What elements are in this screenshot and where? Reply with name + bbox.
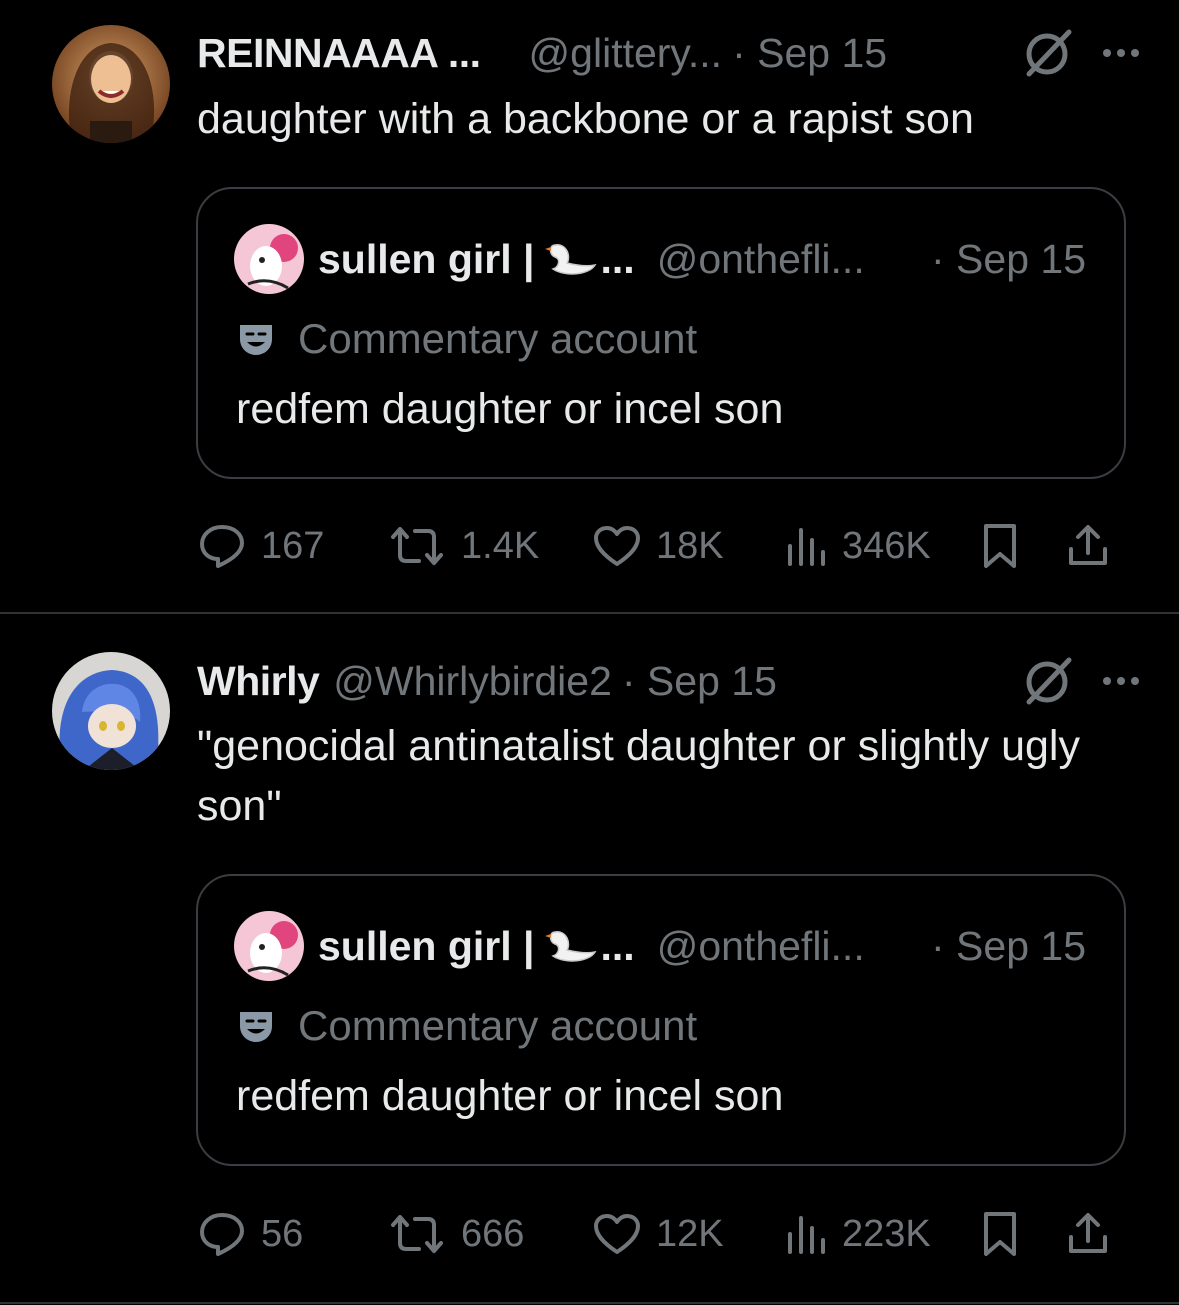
avatar[interactable] <box>52 652 170 770</box>
swan-emoji-icon <box>544 239 597 279</box>
share-button[interactable] <box>1066 523 1124 569</box>
like-count: 12K <box>656 1212 724 1255</box>
tweet-text: "genocidal antinatalist daughter or slig… <box>197 722 1080 830</box>
repost-button[interactable]: 1.4K <box>387 525 592 568</box>
quote-author-name[interactable]: sullen girl | <box>318 236 535 283</box>
reply-count: 167 <box>261 524 325 567</box>
avatar[interactable] <box>52 25 170 143</box>
repost-button[interactable]: 666 <box>387 1213 592 1256</box>
commentary-label: Commentary account <box>236 315 697 363</box>
commentary-label: Commentary account <box>236 1002 697 1050</box>
quote-author-name[interactable]: sullen girl | <box>318 923 535 970</box>
share-icon <box>1069 525 1107 565</box>
reply-icon <box>200 525 244 568</box>
author-name[interactable]: REINNAAAA ... <box>197 30 481 77</box>
tweet-header: REINNAAAA ... @glittery... · Sep 15 <box>197 28 1139 78</box>
more-icon[interactable] <box>1103 677 1139 685</box>
divider <box>0 1302 1179 1304</box>
avatar <box>234 224 304 294</box>
action-bar: 167 1.4K 18K 346K <box>197 516 1127 576</box>
views-icon <box>788 528 825 566</box>
quote-date[interactable]: · Sep 15 <box>931 236 1086 283</box>
author-handle[interactable]: @Whirlybirdie2 <box>333 658 612 705</box>
quoted-tweet[interactable]: sullen girl | ... @onthefli... · Sep 15 … <box>196 187 1126 479</box>
grok-icon[interactable] <box>1021 656 1077 706</box>
quote-date[interactable]: · Sep 15 <box>931 923 1086 970</box>
repost-icon <box>391 527 443 565</box>
commentary-label-text: Commentary account <box>298 1002 698 1049</box>
reply-button[interactable]: 56 <box>197 1211 387 1257</box>
tweet-date[interactable]: · Sep 15 <box>732 30 887 77</box>
heart-icon <box>594 1214 640 1254</box>
reply-button[interactable]: 167 <box>197 523 387 569</box>
theater-mask-icon <box>240 325 272 355</box>
view-count: 223K <box>842 1212 931 1255</box>
views-button[interactable]: 223K <box>784 1212 980 1256</box>
share-icon <box>1069 1213 1107 1253</box>
reply-count: 56 <box>261 1212 304 1255</box>
quote-text: redfem daughter or incel son <box>236 385 784 433</box>
commentary-label-text: Commentary account <box>298 315 698 362</box>
like-count: 18K <box>656 524 724 567</box>
quoted-tweet[interactable]: sullen girl | ... @onthefli... · Sep 15 … <box>196 874 1126 1166</box>
bookmark-button[interactable] <box>980 522 1066 570</box>
bookmark-button[interactable] <box>980 1210 1066 1258</box>
quote-name-truncation: ... <box>600 235 635 282</box>
more-icon[interactable] <box>1103 49 1139 57</box>
theater-mask-icon <box>240 1012 272 1042</box>
reply-icon <box>200 1213 244 1256</box>
repost-count: 1.4K <box>461 524 540 567</box>
repost-count: 666 <box>461 1212 525 1255</box>
share-button[interactable] <box>1066 1211 1124 1257</box>
bookmark-icon <box>984 1212 1016 1256</box>
views-icon <box>788 1216 825 1254</box>
tweet-text: daughter with a backbone or a rapist son <box>197 95 974 143</box>
quote-name-truncation: ... <box>600 922 635 969</box>
tweet[interactable]: REINNAAAA ... @glittery... · Sep 15 daug… <box>0 0 1179 612</box>
grok-icon[interactable] <box>1021 28 1077 78</box>
heart-icon <box>594 526 640 566</box>
quote-header: sullen girl | ... @onthefli... · Sep 15 <box>234 911 1086 981</box>
action-bar: 56 666 12K 223K <box>197 1204 1127 1264</box>
tweet-header: Whirly @Whirlybirdie2 · Sep 15 <box>197 656 1139 706</box>
views-button[interactable]: 346K <box>784 524 980 568</box>
repost-icon <box>391 1215 443 1253</box>
swan-emoji-icon <box>544 926 597 966</box>
quote-author-handle[interactable]: @onthefli... <box>657 923 865 970</box>
avatar <box>234 911 304 981</box>
view-count: 346K <box>842 524 931 567</box>
bookmark-icon <box>984 524 1016 568</box>
like-button[interactable]: 12K <box>592 1212 784 1256</box>
author-handle[interactable]: @glittery... <box>529 30 723 77</box>
tweet[interactable]: Whirly @Whirlybirdie2 · Sep 15 "genocida… <box>0 614 1179 1304</box>
like-button[interactable]: 18K <box>592 524 784 568</box>
quote-author-handle[interactable]: @onthefli... <box>657 236 865 283</box>
quote-text: redfem daughter or incel son <box>236 1072 784 1120</box>
quote-header: sullen girl | ... @onthefli... · Sep 15 <box>234 224 1086 294</box>
tweet-date[interactable]: · Sep 15 <box>622 658 777 705</box>
author-name[interactable]: Whirly <box>197 658 320 705</box>
